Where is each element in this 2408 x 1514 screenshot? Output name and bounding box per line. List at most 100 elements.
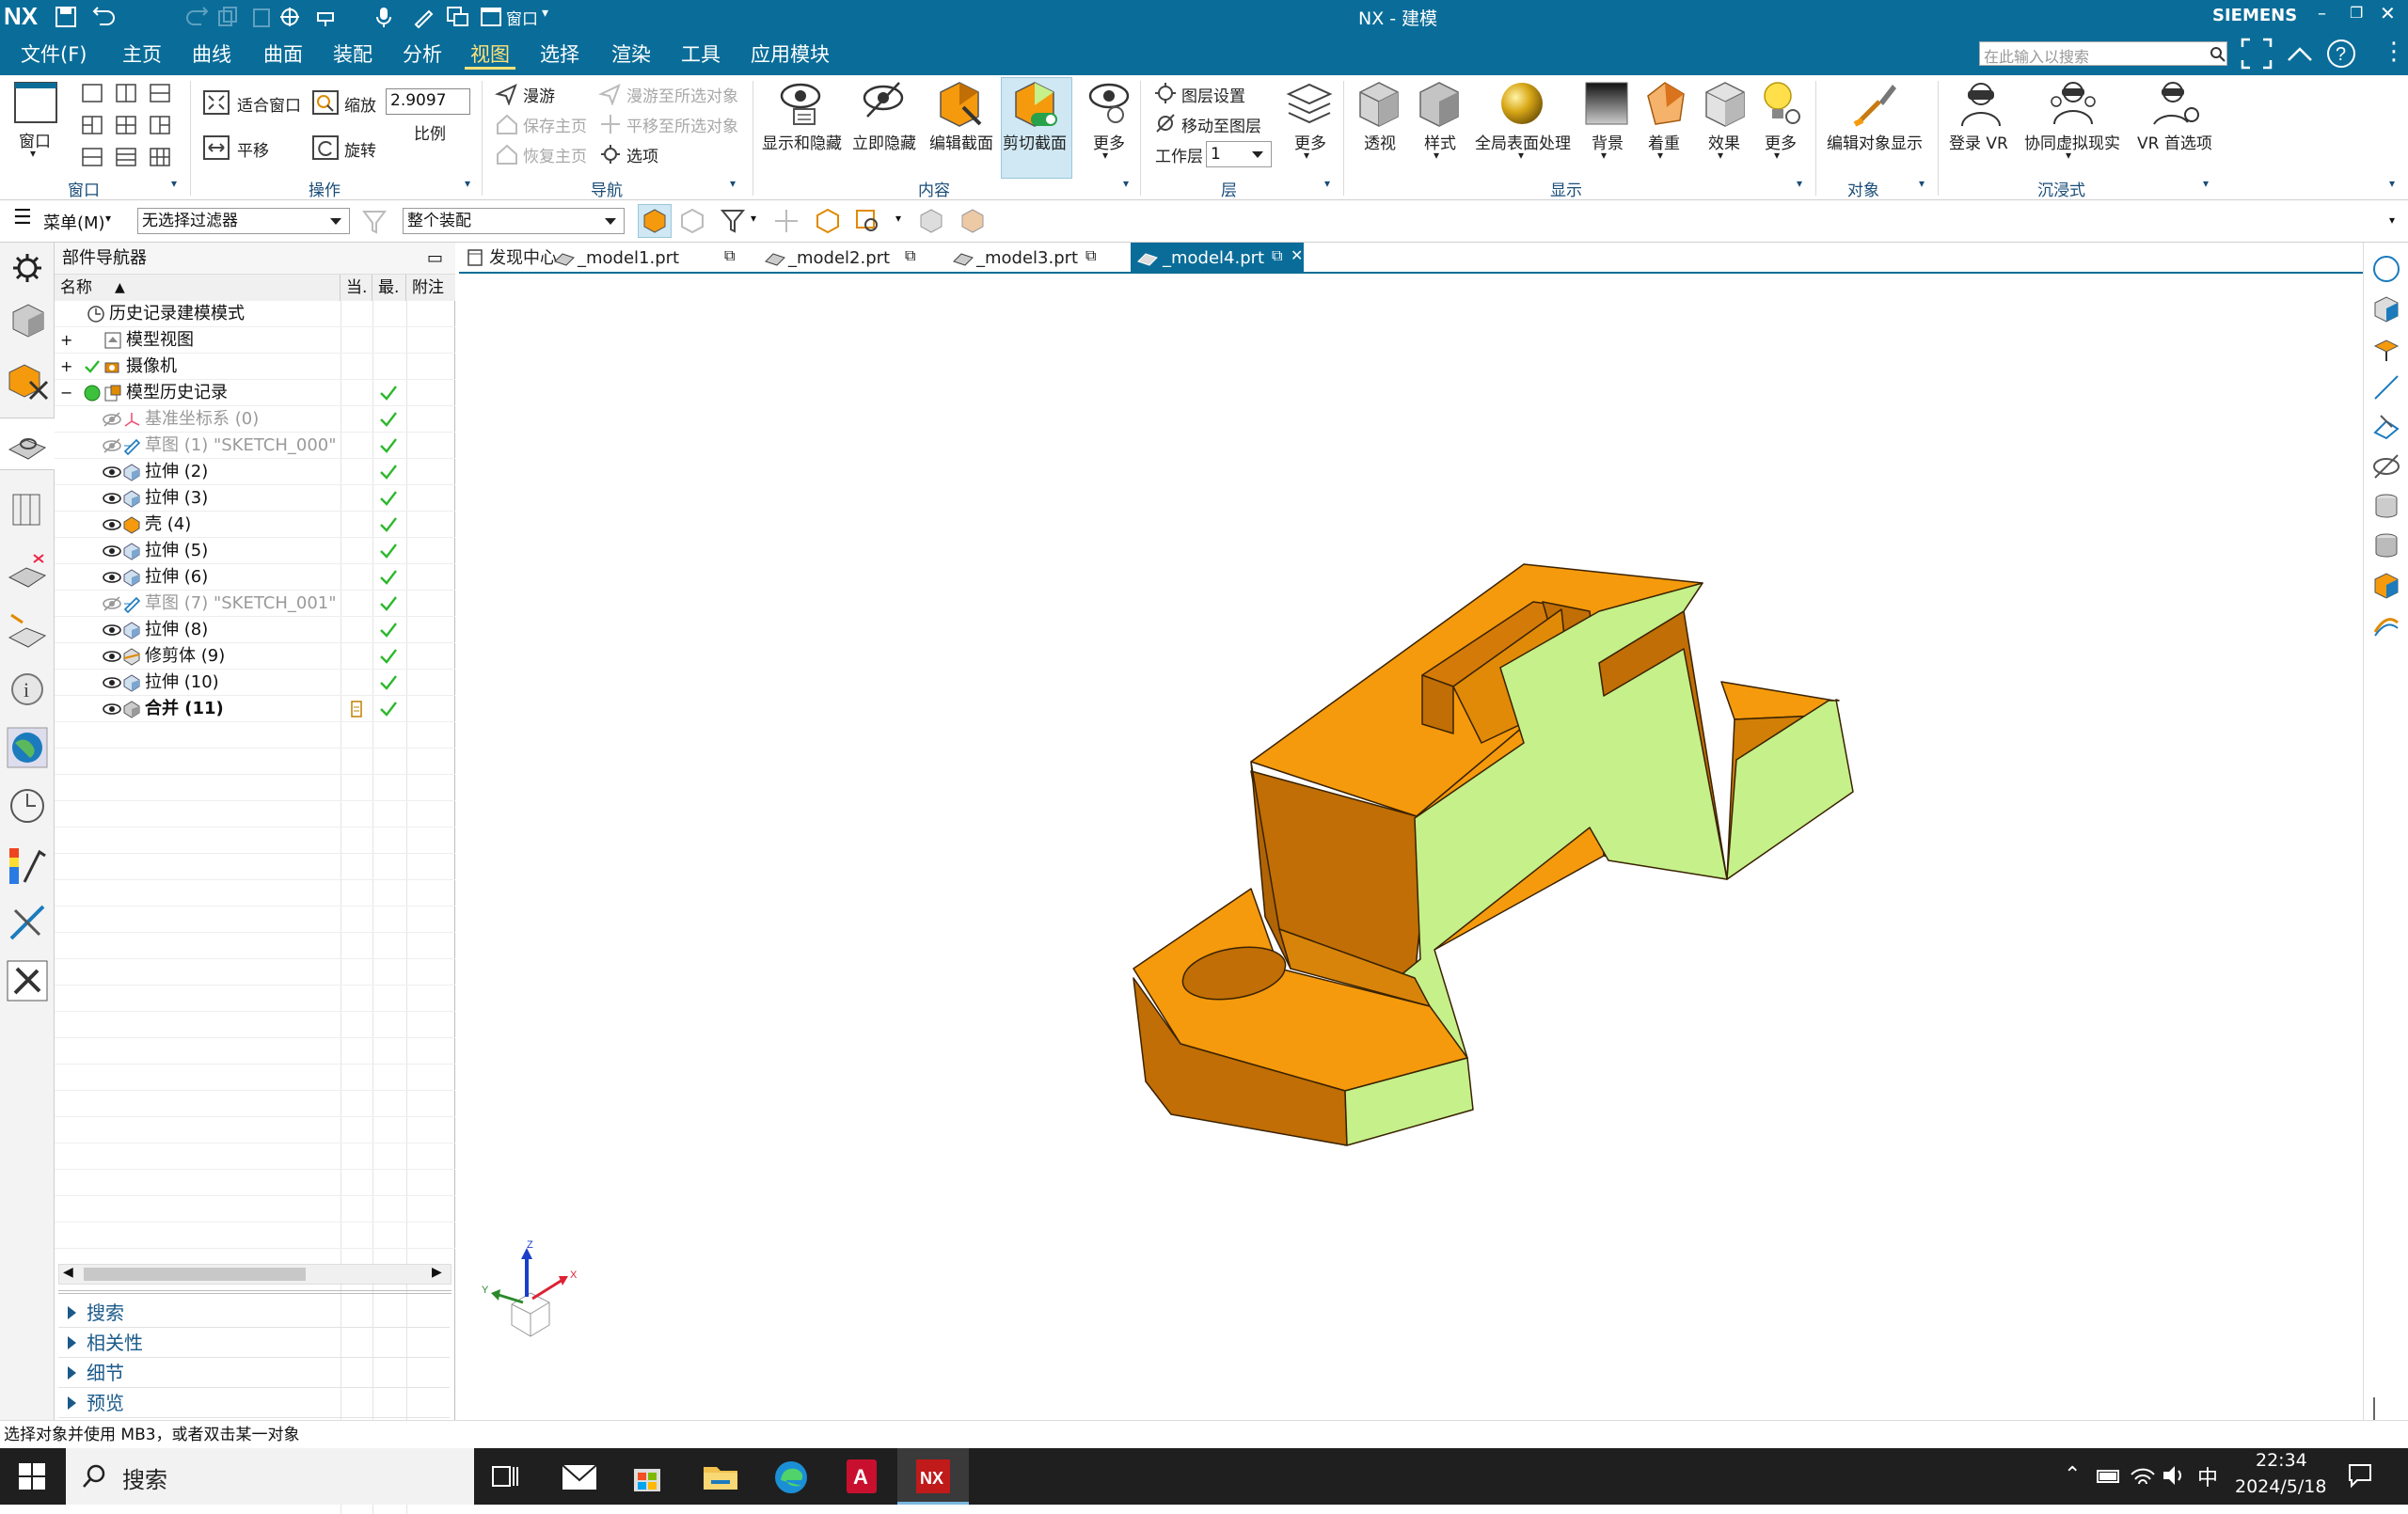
move-to-layer-icon[interactable] — [1153, 111, 1178, 135]
copy-icon[interactable] — [216, 6, 239, 28]
select-faces-icon[interactable] — [679, 208, 705, 234]
navigation-group-label[interactable]: 导航 — [591, 177, 623, 200]
edge-browser-icon[interactable] — [773, 1459, 809, 1495]
perspective-label[interactable]: 透视 — [1364, 130, 1396, 153]
column-latest[interactable]: 最. — [372, 275, 406, 301]
layer-more-icon[interactable] — [1285, 79, 1334, 128]
notification-icon[interactable] — [2346, 1461, 2374, 1490]
tree-row[interactable]: 拉伸 (6) — [55, 564, 455, 591]
layer-settings-label[interactable]: 图层设置 — [1181, 83, 1245, 106]
tree-row[interactable]: 历史记录建模模式 — [55, 301, 455, 327]
window-icon[interactable] — [480, 6, 502, 28]
volume-icon[interactable] — [2162, 1463, 2188, 1488]
collab-vr-icon[interactable] — [2047, 79, 2099, 128]
tab-model1[interactable]: _model1.prt — [578, 244, 679, 273]
effects-icon[interactable] — [1701, 79, 1748, 128]
tree-row[interactable]: 拉伸 (3) — [55, 485, 455, 512]
section-details[interactable]: 细节 — [58, 1358, 450, 1388]
menu-file[interactable]: 文件(F) — [15, 39, 92, 70]
eye-icon[interactable] — [102, 648, 122, 665]
tab-model4[interactable]: _model4.prt — [1163, 244, 1264, 273]
expand-icon[interactable]: + — [60, 354, 72, 380]
save-icon[interactable] — [55, 6, 77, 28]
pan-icon[interactable] — [201, 134, 231, 162]
effects-label[interactable]: 效果 — [1708, 130, 1740, 153]
autocad-app-icon[interactable]: A — [845, 1458, 879, 1495]
cylinder2-tool-icon[interactable] — [2371, 530, 2401, 560]
close-button[interactable]: ✕ — [2380, 2, 2396, 24]
part-navigator-icon[interactable] — [6, 421, 49, 465]
mail-app-icon[interactable] — [561, 1461, 598, 1491]
clock-date[interactable]: 2024/5/18 — [2235, 1476, 2326, 1497]
tree-row[interactable]: 合并 (11) — [55, 696, 455, 722]
switch-window-icon[interactable] — [446, 6, 470, 28]
extrude-tool-icon[interactable] — [2371, 333, 2401, 363]
layer-settings-icon[interactable] — [1153, 81, 1178, 105]
graphics-viewport[interactable]: Z X Y — [459, 276, 2363, 1429]
column-notes[interactable]: 附注 — [406, 275, 455, 301]
section-search[interactable]: 搜索 — [58, 1298, 450, 1328]
window-group-label[interactable]: 窗口 — [68, 177, 100, 200]
hamburger-icon[interactable]: ☰ — [13, 206, 32, 229]
hidden-eye-icon[interactable] — [102, 411, 122, 428]
fit-window-icon[interactable] — [201, 88, 231, 117]
mic-icon[interactable] — [374, 6, 393, 28]
content-more-label[interactable]: 更多 — [1093, 130, 1125, 153]
edit-section-label[interactable]: 编辑截面 — [929, 130, 993, 153]
options-icon[interactable] — [598, 143, 623, 166]
content-more-icon[interactable] — [1085, 79, 1133, 128]
tools-wrench-icon[interactable] — [6, 959, 49, 1002]
collapse-ribbon-icon[interactable] — [2286, 43, 2314, 64]
circle-tool-icon[interactable] — [2371, 254, 2401, 284]
clip-section-label[interactable]: 剪切截面 — [1003, 130, 1067, 153]
fit-window-label[interactable]: 适合窗口 — [237, 92, 301, 116]
clip-section-icon[interactable] — [1010, 79, 1061, 128]
eye-icon[interactable] — [102, 701, 122, 718]
select-snap-icon[interactable] — [278, 6, 303, 28]
line-tool-icon[interactable] — [2371, 372, 2401, 402]
show-hide-icon[interactable] — [777, 79, 824, 128]
ime-indicator[interactable]: 中 — [2197, 1461, 2218, 1491]
expand-icon[interactable]: + — [60, 327, 72, 354]
help-icon[interactable]: ? — [2325, 38, 2357, 70]
login-vr-label[interactable]: 登录 VR — [1949, 130, 2008, 153]
immersive-group-label[interactable]: 沉浸式 — [2037, 177, 2085, 200]
assembly-navigator-icon[interactable] — [6, 299, 49, 342]
block-tool-icon[interactable] — [2371, 293, 2401, 323]
tree-row[interactable]: 修剪体 (9) — [55, 643, 455, 670]
hd3d-tools-icon[interactable] — [6, 549, 49, 592]
background-label[interactable]: 背景 — [1592, 130, 1624, 153]
tray-overflow-icon[interactable]: ⌃ — [2064, 1463, 2081, 1487]
roam-icon[interactable] — [495, 83, 519, 105]
info-icon[interactable]: i — [6, 668, 49, 711]
shading-icon[interactable] — [1642, 79, 1687, 128]
restore-button[interactable]: ❐ — [2350, 4, 2363, 22]
menu-app-modules[interactable]: 应用模块 — [745, 39, 835, 70]
column-current[interactable]: 当. — [341, 275, 372, 301]
zoom-icon[interactable] — [310, 88, 341, 117]
undock-icon[interactable]: ⧉ — [724, 246, 735, 265]
undo-icon[interactable] — [92, 6, 117, 28]
background-icon[interactable] — [1584, 79, 1629, 128]
menu-select[interactable]: 选择 — [534, 39, 585, 70]
snap-box-icon[interactable] — [815, 208, 841, 234]
menu-render[interactable]: 渲染 — [606, 39, 657, 70]
visible-check-icon[interactable] — [83, 358, 102, 375]
surface-tool-icon[interactable] — [2371, 609, 2401, 639]
undock-icon[interactable]: ⧉ — [1085, 246, 1096, 265]
object-group-label[interactable]: 对象 — [1847, 177, 1879, 200]
section-dependencies[interactable]: 相关性 — [58, 1328, 450, 1358]
hidden-eye-icon[interactable] — [102, 437, 122, 454]
boolean-tool-icon[interactable] — [2371, 570, 2401, 600]
minimize-button[interactable]: – — [2318, 4, 2326, 24]
menu-surface[interactable]: 曲面 — [258, 39, 309, 70]
collab-vr-label[interactable]: 协同虚拟现实 — [2024, 130, 2120, 153]
undock-icon[interactable]: ⧉ — [905, 246, 915, 265]
status-green-icon[interactable] — [83, 385, 102, 402]
fullscreen-icon[interactable] — [2241, 38, 2273, 70]
window-menu[interactable]: 窗口 — [506, 6, 538, 29]
tree-row[interactable]: 基准坐标系 (0) — [55, 406, 455, 433]
content-group-label[interactable]: 内容 — [918, 177, 950, 200]
menu-analysis[interactable]: 分析 — [397, 39, 448, 70]
perspective-icon[interactable] — [1354, 79, 1403, 128]
